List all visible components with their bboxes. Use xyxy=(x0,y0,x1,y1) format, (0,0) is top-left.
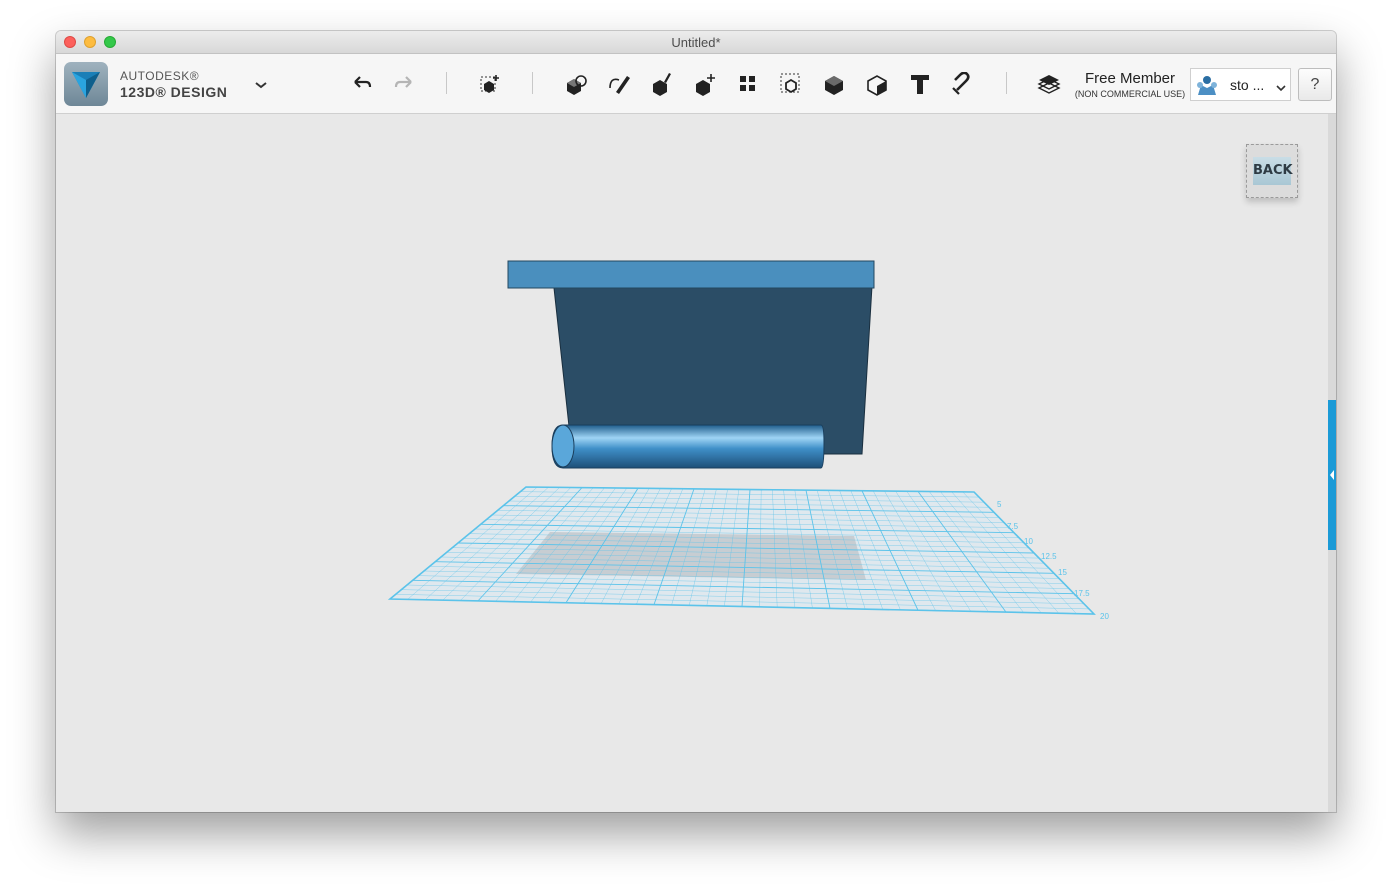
chevron-left-icon xyxy=(1330,470,1334,480)
view-cube[interactable]: BACK xyxy=(1246,144,1298,198)
3d-scene: 5 7.5 10 12.5 15 17.5 20 xyxy=(387,260,1109,621)
grid-axis-label: 10 xyxy=(1024,537,1033,546)
grid-axis-label: 12.5 xyxy=(1041,552,1057,561)
workplane-grid xyxy=(387,486,1096,615)
grid-axis-label: 17.5 xyxy=(1074,589,1090,598)
cylinder-model[interactable] xyxy=(551,424,825,469)
grid-axis-label: 20 xyxy=(1100,612,1109,621)
grid-axis-label: 5 xyxy=(997,500,1002,509)
app-window: Untitled* AUTODESK® 123D® DESIGN Free Me… xyxy=(56,31,1336,812)
side-panel-toggle[interactable] xyxy=(1328,400,1336,550)
grid-axis-label: 7.5 xyxy=(1007,522,1019,531)
grid-axis-label: 15 xyxy=(1058,568,1067,577)
view-cube-face[interactable]: BACK xyxy=(1253,157,1293,185)
